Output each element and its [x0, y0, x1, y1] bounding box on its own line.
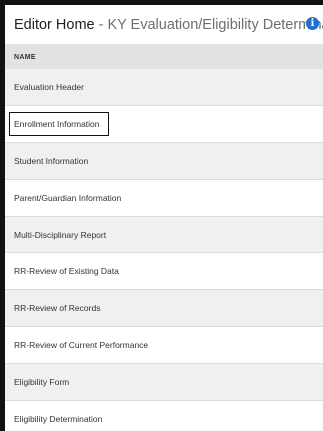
page-title: Editor Home [14, 16, 95, 33]
table-row[interactable]: RR-Review of Records [5, 290, 323, 328]
table-row[interactable]: Parent/Guardian Information [5, 180, 323, 217]
table-row[interactable]: Multi-Disciplinary Report [5, 216, 323, 254]
table-row[interactable]: Evaluation Header [5, 69, 323, 106]
row-label[interactable]: Student Information [14, 156, 88, 166]
table-row[interactable]: RR-Review of Current Performance [5, 327, 323, 365]
info-icon[interactable]: i [306, 17, 319, 30]
editor-home-panel: Editor Home - KY Evaluation/Eligibility … [5, 5, 323, 431]
title-bar: Editor Home - KY Evaluation/Eligibility … [5, 5, 323, 45]
row-label[interactable]: Eligibility Determination [14, 414, 102, 424]
page-subtitle: - KY Evaluation/Eligibility Determinatio… [98, 16, 323, 33]
table-row[interactable]: Enrollment Information [5, 106, 323, 143]
table-row[interactable]: Eligibility Determination [5, 401, 323, 431]
row-label[interactable]: Multi-Disciplinary Report [14, 230, 106, 240]
window-frame: Editor Home - KY Evaluation/Eligibility … [0, 0, 323, 431]
row-label[interactable]: RR-Review of Records [14, 303, 100, 313]
row-label[interactable]: Eligibility Form [14, 377, 69, 387]
row-label[interactable]: RR-Review of Current Performance [14, 340, 148, 350]
row-label[interactable]: RR-Review of Existing Data [14, 266, 119, 276]
row-label[interactable]: Enrollment Information [9, 111, 109, 136]
editor-list: Evaluation Header Enrollment Information… [5, 69, 323, 431]
table-row[interactable]: RR-Review of Existing Data [5, 253, 323, 291]
row-label[interactable]: Parent/Guardian Information [14, 193, 121, 203]
column-header-name[interactable]: NAME [5, 45, 323, 69]
row-label[interactable]: Evaluation Header [14, 82, 84, 92]
table-row[interactable]: Eligibility Form [5, 364, 323, 402]
table-row[interactable]: Student Information [5, 142, 323, 180]
